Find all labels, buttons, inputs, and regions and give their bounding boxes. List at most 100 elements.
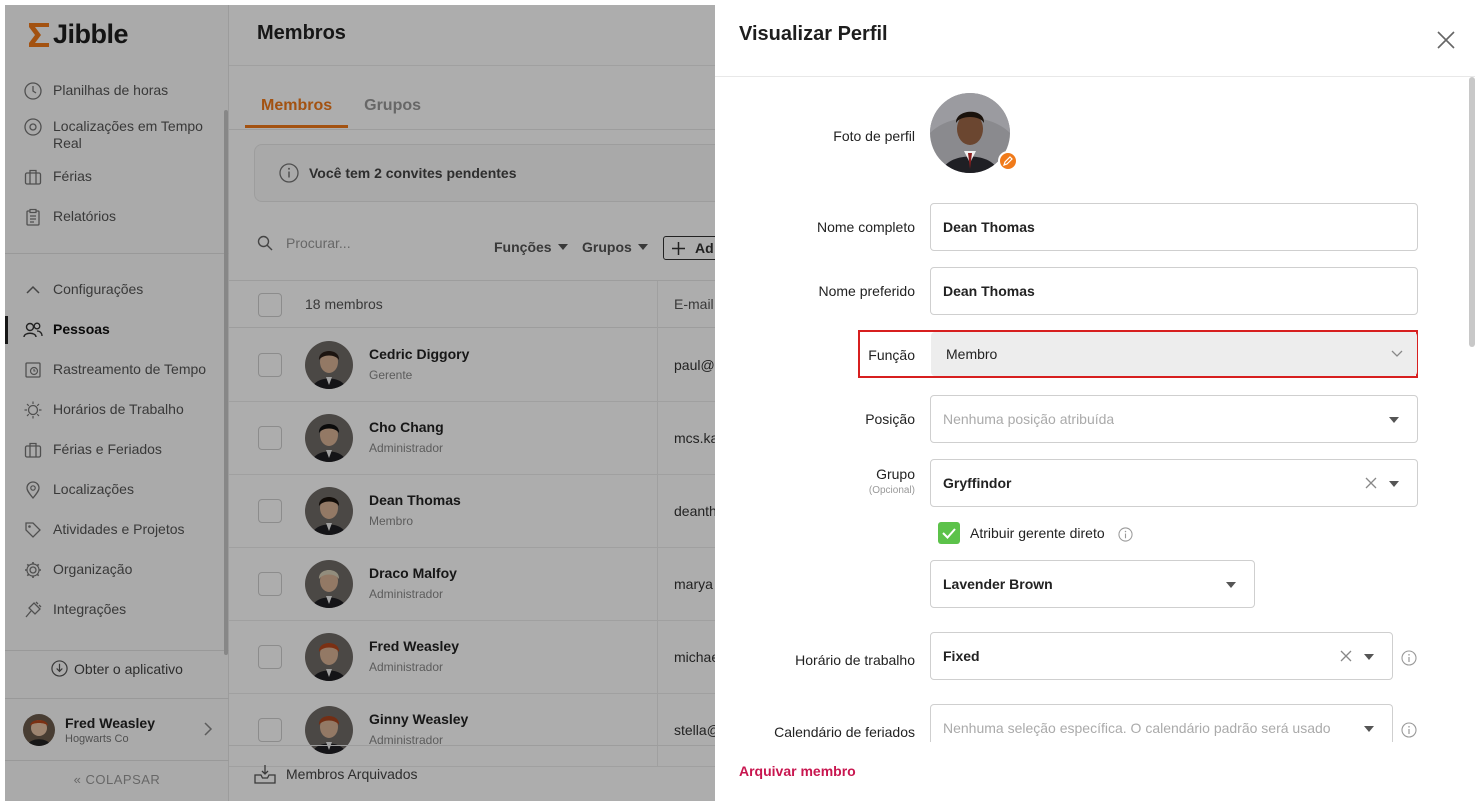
- row-checkbox[interactable]: [258, 718, 282, 742]
- briefcase-icon: [23, 167, 43, 187]
- member-name[interactable]: Dean Thomas: [369, 492, 461, 508]
- clear-icon[interactable]: [1340, 650, 1352, 662]
- sidebar-item-reports[interactable]: Relatórios: [5, 207, 229, 227]
- sidebar-item-holidays[interactable]: Férias e Feriados: [5, 440, 229, 460]
- edit-photo-button[interactable]: [998, 151, 1018, 171]
- assign-manager-checkbox[interactable]: [938, 522, 960, 544]
- info-icon[interactable]: [1401, 722, 1417, 738]
- row-checkbox[interactable]: [258, 572, 282, 596]
- sidebar-item-people[interactable]: Pessoas: [5, 320, 229, 340]
- sidebar-divider: [5, 650, 229, 651]
- chevron-up-icon: [23, 280, 43, 300]
- caret-down-icon: [637, 244, 648, 250]
- info-icon[interactable]: [1401, 650, 1417, 666]
- archived-members-label: Membros Arquivados: [286, 765, 418, 782]
- current-user[interactable]: Fred Weasley Hogwarts Co: [23, 710, 213, 750]
- get-app-button[interactable]: Obter o aplicativo: [5, 660, 229, 677]
- pending-invites-banner[interactable]: Você tem 2 convites pendentes: [254, 144, 734, 202]
- table-row[interactable]: Draco Malfoy Administrador marya: [229, 548, 719, 621]
- search-icon: [257, 235, 273, 251]
- member-name[interactable]: Fred Weasley: [369, 638, 459, 654]
- sidebar-item-label: Férias: [53, 168, 92, 184]
- group-optional-text: (Opcional): [868, 485, 915, 496]
- search-input[interactable]: Procurar...: [286, 235, 351, 251]
- sidebar-item-integrations[interactable]: Integrações: [5, 600, 229, 620]
- sidebar-item-timesheets[interactable]: Planilhas de horas: [5, 81, 229, 101]
- clock-icon: [23, 81, 43, 101]
- member-role: Administrador: [369, 660, 444, 674]
- manager-select[interactable]: Lavender Brown: [930, 560, 1255, 608]
- caret-down-icon: [1226, 582, 1236, 588]
- preferred-name-field[interactable]: Dean Thomas: [930, 267, 1418, 315]
- table-row[interactable]: Dean Thomas Membro deanth: [229, 475, 719, 548]
- sidebar-scrollbar[interactable]: [224, 110, 228, 655]
- info-icon[interactable]: [1118, 527, 1133, 542]
- holiday-calendar-label: Calendário de feriados: [774, 724, 915, 740]
- row-checkbox[interactable]: [258, 353, 282, 377]
- close-icon[interactable]: [1435, 29, 1457, 51]
- member-email: marya: [674, 576, 713, 592]
- sidebar-item-label: Atividades e Projetos: [53, 521, 185, 537]
- position-select[interactable]: Nenhuma posição atribuída: [930, 395, 1418, 443]
- sidebar-item-organization[interactable]: Organização: [5, 560, 229, 580]
- manager-value: Lavender Brown: [943, 576, 1053, 592]
- position-placeholder: Nenhuma posição atribuída: [943, 411, 1115, 427]
- member-name[interactable]: Cedric Diggory: [369, 346, 469, 362]
- sidebar-item-label: Localizações em Tempo Real: [53, 118, 203, 151]
- row-checkbox[interactable]: [258, 499, 282, 523]
- tab-members[interactable]: Membros: [245, 93, 349, 128]
- sidebar-item-activities[interactable]: Atividades e Projetos: [5, 520, 229, 540]
- sidebar-item-time-tracking[interactable]: Rastreamento de Tempo: [5, 360, 229, 380]
- group-select[interactable]: Gryffindor: [930, 459, 1418, 507]
- member-email: paul@: [674, 357, 715, 373]
- jibble-logo[interactable]: Jibble: [27, 19, 129, 50]
- member-name[interactable]: Ginny Weasley: [369, 711, 468, 727]
- sidebar-item-live-locations[interactable]: Localizações em Tempo Real: [5, 117, 229, 152]
- work-schedule-select[interactable]: Fixed: [930, 632, 1393, 680]
- full-name-field[interactable]: Dean Thomas: [930, 203, 1418, 251]
- select-all-checkbox[interactable]: [258, 293, 282, 317]
- member-role: Gerente: [369, 368, 413, 382]
- work-schedule-label: Horário de trabalho: [795, 652, 915, 668]
- archive-member-link[interactable]: Arquivar membro: [739, 763, 856, 779]
- archived-members-link[interactable]: Membros Arquivados: [229, 745, 719, 801]
- row-checkbox[interactable]: [258, 645, 282, 669]
- table-row[interactable]: Fred Weasley Administrador michae: [229, 621, 719, 694]
- get-app-label: Obter o aplicativo: [74, 660, 183, 677]
- sidebar-item-label: Organização: [53, 561, 133, 577]
- page-header: Membros: [229, 5, 719, 66]
- table-row[interactable]: Cho Chang Administrador mcs.ka: [229, 402, 719, 475]
- holiday-calendar-select[interactable]: Nenhuma seleção específica. O calendário…: [930, 704, 1393, 742]
- member-email: stella@: [674, 722, 721, 738]
- sidebar-item-vacation[interactable]: Férias: [5, 167, 229, 187]
- row-checkbox[interactable]: [258, 426, 282, 450]
- gear-icon: [23, 560, 43, 580]
- member-name[interactable]: Cho Chang: [369, 419, 444, 435]
- clipboard-icon: [23, 207, 43, 227]
- panel-scrollbar[interactable]: [1469, 77, 1475, 347]
- sidebar-item-work-schedules[interactable]: Horários de Trabalho: [5, 400, 229, 420]
- clear-icon[interactable]: [1365, 477, 1377, 489]
- logo-text: Jibble: [53, 19, 129, 49]
- plus-icon: [672, 241, 685, 255]
- avatar: [305, 341, 353, 389]
- email-column-header: E-mail: [674, 296, 714, 312]
- sidebar-item-label: Relatórios: [53, 208, 117, 224]
- profile-panel: Visualizar Perfil Foto de perfil Nome co…: [715, 5, 1475, 801]
- page-title: Membros: [257, 22, 346, 44]
- sidebar-settings-toggle[interactable]: Configurações: [5, 280, 229, 300]
- collapse-label: COLAPSAR: [85, 772, 161, 787]
- collapse-button[interactable]: « COLAPSAR: [5, 772, 229, 787]
- groups-filter[interactable]: Grupos: [582, 239, 648, 255]
- search-bar[interactable]: Procurar...: [257, 235, 727, 251]
- sidebar-item-locations[interactable]: Localizações: [5, 480, 229, 500]
- tab-groups[interactable]: Grupos: [348, 93, 437, 128]
- sidebar-item-label: Horários de Trabalho: [53, 401, 184, 417]
- avatar: [23, 714, 55, 746]
- role-select[interactable]: Membro: [931, 332, 1417, 376]
- member-name[interactable]: Draco Malfoy: [369, 565, 457, 581]
- table-row[interactable]: Cedric Diggory Gerente paul@: [229, 329, 719, 402]
- members-count: 18 membros: [305, 296, 383, 312]
- roles-filter[interactable]: Funções: [494, 239, 568, 255]
- group-label: Grupo (Opcional): [715, 466, 915, 496]
